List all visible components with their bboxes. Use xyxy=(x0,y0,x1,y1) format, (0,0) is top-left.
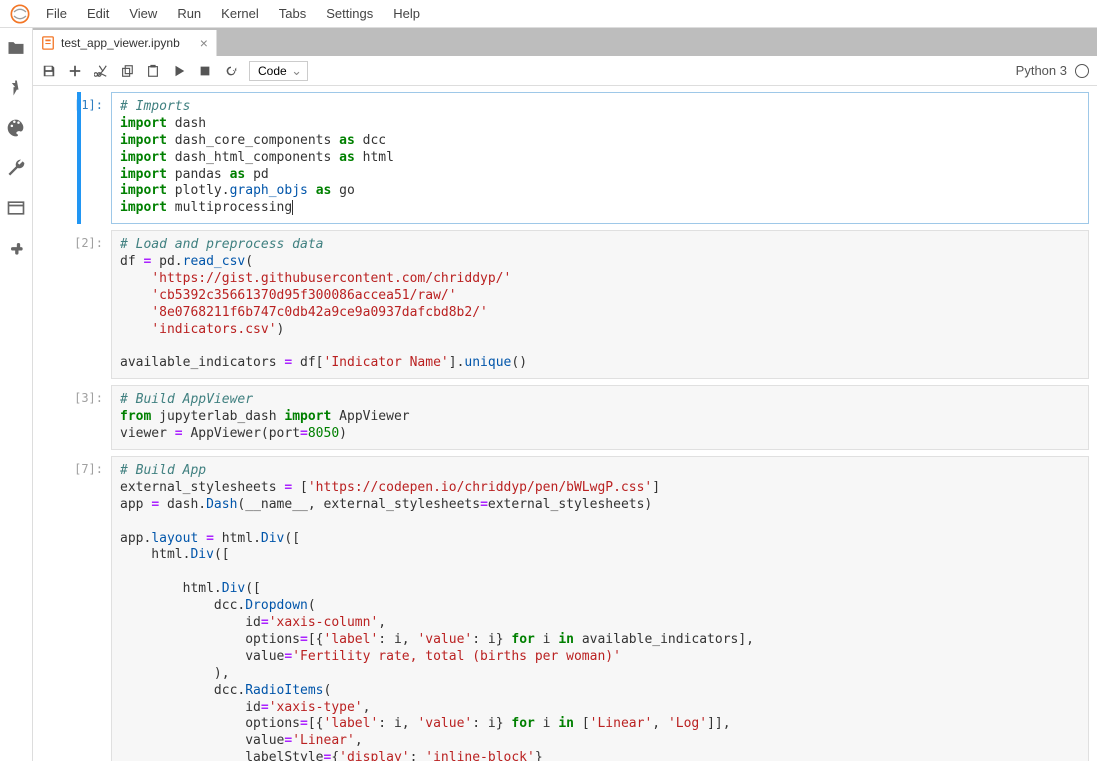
code-editor[interactable]: # Build App external_stylesheets = ['htt… xyxy=(111,456,1089,761)
cell-prompt: [3]: xyxy=(41,385,111,450)
activity-bar xyxy=(0,28,33,761)
tab-notebook[interactable]: test_app_viewer.ipynb × xyxy=(33,30,217,56)
menu-bar: FileEditViewRunKernelTabsSettingsHelp xyxy=(0,0,1097,28)
jupyter-logo[interactable] xyxy=(10,4,30,24)
tabs-icon[interactable] xyxy=(6,198,26,218)
code-cell[interactable]: [7]: # Build App external_stylesheets = … xyxy=(41,456,1089,761)
code-cell[interactable]: [1]: # Imports import dash import dash_c… xyxy=(41,92,1089,224)
copy-icon[interactable] xyxy=(119,63,135,79)
notebook-icon xyxy=(41,36,55,50)
palette-icon[interactable] xyxy=(6,118,26,138)
cell-prompt: [1]: xyxy=(41,92,111,224)
cut-icon[interactable] xyxy=(93,63,109,79)
cell-prompt: [2]: xyxy=(41,230,111,379)
restart-icon[interactable] xyxy=(223,63,239,79)
cell-prompt: [7]: xyxy=(41,456,111,761)
run-icon[interactable] xyxy=(171,63,187,79)
kernel-name[interactable]: Python 3 xyxy=(1016,63,1067,78)
menu-help[interactable]: Help xyxy=(383,2,430,25)
tab-title: test_app_viewer.ipynb xyxy=(61,36,180,50)
add-cell-icon[interactable] xyxy=(67,63,83,79)
close-icon[interactable]: × xyxy=(200,35,208,51)
folder-icon[interactable] xyxy=(6,38,26,58)
menu-edit[interactable]: Edit xyxy=(77,2,119,25)
wrench-icon[interactable] xyxy=(6,158,26,178)
menu-file[interactable]: File xyxy=(36,2,77,25)
paste-icon[interactable] xyxy=(145,63,161,79)
stop-icon[interactable] xyxy=(197,63,213,79)
notebook-toolbar: Code Python 3 xyxy=(33,56,1097,86)
code-editor[interactable]: # Load and preprocess data df = pd.read_… xyxy=(111,230,1089,379)
cell-type-select[interactable]: Code xyxy=(249,61,308,81)
menu-tabs[interactable]: Tabs xyxy=(269,2,316,25)
code-editor[interactable]: # Imports import dash import dash_core_c… xyxy=(111,92,1089,224)
tab-strip: test_app_viewer.ipynb × xyxy=(33,28,1097,56)
code-cell[interactable]: [2]: # Load and preprocess data df = pd.… xyxy=(41,230,1089,379)
code-cell[interactable]: [3]: # Build AppViewer from jupyterlab_d… xyxy=(41,385,1089,450)
extension-icon[interactable] xyxy=(6,238,26,258)
kernel-status-icon[interactable] xyxy=(1075,64,1089,78)
code-editor[interactable]: # Build AppViewer from jupyterlab_dash i… xyxy=(111,385,1089,450)
save-icon[interactable] xyxy=(41,63,57,79)
menu-settings[interactable]: Settings xyxy=(316,2,383,25)
running-icon[interactable] xyxy=(6,78,26,98)
notebook-area: [1]: # Imports import dash import dash_c… xyxy=(33,86,1097,761)
menu-run[interactable]: Run xyxy=(167,2,211,25)
menu-kernel[interactable]: Kernel xyxy=(211,2,269,25)
menu-view[interactable]: View xyxy=(119,2,167,25)
